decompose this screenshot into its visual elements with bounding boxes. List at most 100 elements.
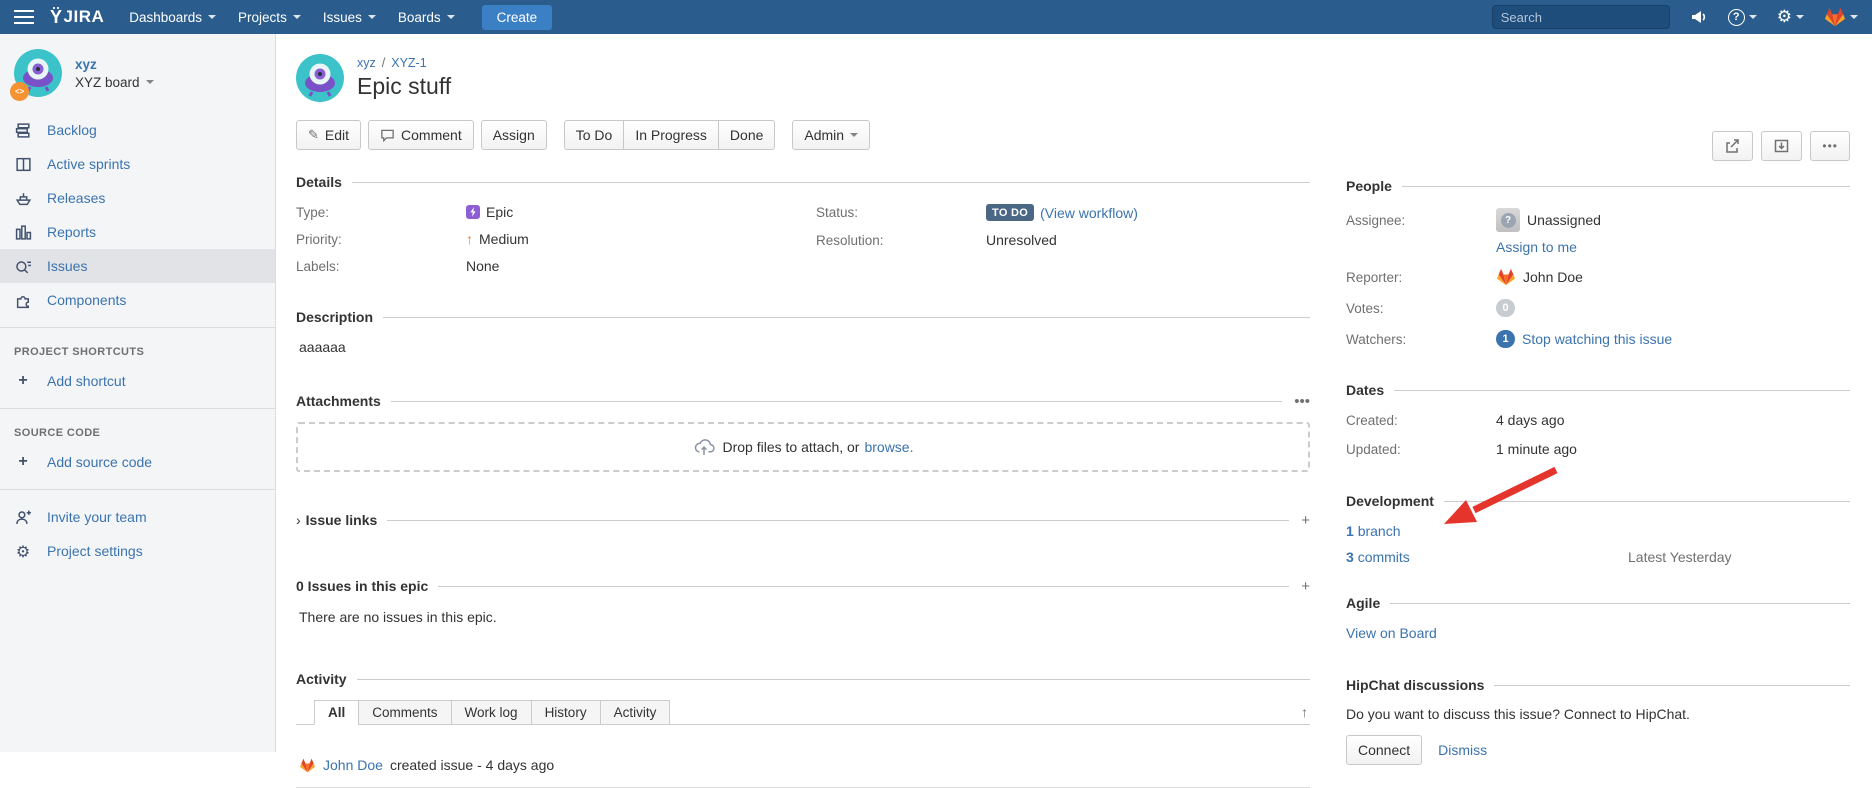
admin-settings-menu[interactable]: ⚙ bbox=[1777, 9, 1804, 26]
export-icon bbox=[1773, 138, 1790, 154]
pencil-icon: ✎ bbox=[308, 127, 319, 143]
reporter-value: John Doe bbox=[1523, 269, 1583, 285]
nav-projects[interactable]: Projects bbox=[227, 0, 312, 34]
hipchat-connect-button[interactable]: Connect bbox=[1346, 735, 1422, 765]
details-grid: Type: Epic Priority: ↑Medium Labels: Non… bbox=[296, 204, 1310, 285]
caret-down-icon bbox=[850, 133, 858, 137]
search-input[interactable] bbox=[1501, 10, 1677, 25]
hamburger-icon[interactable] bbox=[14, 10, 34, 24]
latest-commit-time: Latest Yesterday bbox=[1628, 549, 1732, 565]
sidebar-item-reports[interactable]: Reports bbox=[0, 215, 275, 249]
commits-link[interactable]: 3 commits bbox=[1346, 549, 1410, 565]
breadcrumb-issue-link[interactable]: XYZ-1 bbox=[391, 56, 426, 70]
help-menu[interactable]: ? bbox=[1728, 9, 1757, 26]
invite-your-team[interactable]: Invite your team bbox=[0, 500, 275, 534]
admin-button[interactable]: Admin bbox=[792, 120, 870, 150]
chevron-right-icon[interactable]: › bbox=[296, 512, 301, 528]
created-label: Created: bbox=[1346, 413, 1496, 428]
source-code-badge-icon: <> bbox=[10, 82, 29, 101]
project-name[interactable]: xyz bbox=[75, 57, 154, 72]
priority-medium-icon: ↑ bbox=[466, 231, 473, 247]
unassigned-avatar: ? bbox=[1496, 208, 1520, 232]
comment-button[interactable]: Comment bbox=[368, 120, 474, 150]
add-shortcut-button[interactable]: + Add shortcut bbox=[0, 364, 275, 398]
workflow-button-group: To Do In Progress Done bbox=[564, 120, 776, 150]
tab-work-log[interactable]: Work log bbox=[451, 700, 532, 725]
issue-avatar bbox=[296, 54, 344, 105]
description-text[interactable]: aaaaaa bbox=[299, 339, 1310, 355]
jira-logo-text: JIRA bbox=[64, 7, 105, 27]
sidebar-item-issues[interactable]: Issues bbox=[0, 249, 275, 283]
add-issue-to-epic-icon[interactable]: + bbox=[1301, 579, 1310, 594]
tab-activity[interactable]: Activity bbox=[600, 700, 671, 725]
activity-user-link[interactable]: John Doe bbox=[323, 757, 383, 773]
collapse-up-icon[interactable]: ↑ bbox=[1301, 704, 1310, 724]
add-source-code-button[interactable]: + Add source code bbox=[0, 445, 275, 479]
details-section-header: Details bbox=[296, 174, 1310, 190]
tab-comments[interactable]: Comments bbox=[358, 700, 451, 725]
nav-issues[interactable]: Issues bbox=[312, 0, 387, 34]
todo-button[interactable]: To Do bbox=[564, 120, 625, 150]
backlog-icon bbox=[14, 121, 32, 139]
nav-boards[interactable]: Boards bbox=[387, 0, 466, 34]
labels-label: Labels: bbox=[296, 259, 466, 274]
issue-title: Epic stuff bbox=[357, 73, 451, 100]
tab-all[interactable]: All bbox=[314, 700, 359, 725]
resolution-value: Unresolved bbox=[986, 232, 1057, 248]
issue-toolbar: ✎Edit Comment Assign To Do In Progress D… bbox=[296, 120, 1310, 150]
labels-value: None bbox=[466, 258, 499, 274]
resolution-label: Resolution: bbox=[816, 233, 986, 248]
sidebar-item-active-sprints[interactable]: Active sprints bbox=[0, 147, 275, 181]
search-box[interactable] bbox=[1492, 5, 1670, 29]
view-workflow-link[interactable]: (View workflow) bbox=[1040, 205, 1138, 221]
share-button[interactable] bbox=[1712, 131, 1753, 161]
attachments-section-header: Attachments ••• bbox=[296, 393, 1310, 409]
priority-label: Priority: bbox=[296, 232, 466, 247]
nav-dashboards[interactable]: Dashboards bbox=[118, 0, 227, 34]
assign-to-me-link[interactable]: Assign to me bbox=[1496, 239, 1577, 255]
sidebar-divider bbox=[0, 327, 275, 328]
in-progress-button[interactable]: In Progress bbox=[623, 120, 719, 150]
project-avatar[interactable]: <> bbox=[14, 49, 62, 97]
caret-down-icon bbox=[1850, 15, 1858, 19]
create-button[interactable]: Create bbox=[482, 5, 553, 30]
board-switcher[interactable]: XYZ board bbox=[75, 75, 154, 90]
attachments-more-icon[interactable]: ••• bbox=[1294, 394, 1310, 409]
caret-down-icon bbox=[1796, 15, 1804, 19]
user-avatar bbox=[1824, 7, 1846, 27]
breadcrumb-project-link[interactable]: xyz bbox=[357, 56, 376, 70]
jira-logo[interactable]: Ϋ JIRA bbox=[50, 7, 104, 28]
announcements-icon[interactable] bbox=[1690, 9, 1708, 25]
hipchat-dismiss-link[interactable]: Dismiss bbox=[1438, 742, 1487, 758]
reporter-label: Reporter: bbox=[1346, 270, 1496, 285]
export-button[interactable] bbox=[1761, 131, 1802, 161]
assign-button[interactable]: Assign bbox=[481, 120, 547, 150]
sidebar-divider bbox=[0, 408, 275, 409]
done-button[interactable]: Done bbox=[718, 120, 775, 150]
browse-link[interactable]: browse. bbox=[864, 439, 913, 455]
activity-section-header: Activity bbox=[296, 671, 1310, 687]
caret-down-icon bbox=[146, 80, 154, 84]
issue-view: ••• xyz/XYZ-1 Epic stuff ✎Ed bbox=[276, 34, 1872, 752]
sidebar-item-releases[interactable]: Releases bbox=[0, 181, 275, 215]
gear-icon: ⚙ bbox=[1777, 9, 1792, 26]
sidebar-item-backlog[interactable]: Backlog bbox=[0, 113, 275, 147]
user-profile-menu[interactable] bbox=[1824, 7, 1858, 27]
type-value: Epic bbox=[486, 204, 513, 220]
comment-bubble-icon bbox=[380, 128, 395, 143]
add-issue-link-icon[interactable]: + bbox=[1301, 513, 1310, 528]
project-shortcuts-header: PROJECT SHORTCUTS bbox=[0, 338, 275, 364]
stop-watching-link[interactable]: Stop watching this issue bbox=[1522, 331, 1672, 347]
tab-history[interactable]: History bbox=[531, 700, 601, 725]
bar-chart-icon bbox=[14, 223, 32, 241]
view-on-board-link[interactable]: View on Board bbox=[1346, 625, 1437, 641]
more-actions-button[interactable]: ••• bbox=[1810, 131, 1850, 161]
project-settings[interactable]: ⚙ Project settings bbox=[0, 534, 275, 568]
activity-tabs: All Comments Work log History Activity ↑ bbox=[296, 700, 1310, 725]
epic-empty-message: There are no issues in this epic. bbox=[299, 609, 1310, 625]
edit-button[interactable]: ✎Edit bbox=[296, 120, 361, 150]
attachment-dropzone[interactable]: Drop files to attach, or browse. bbox=[296, 422, 1310, 472]
caret-down-icon bbox=[293, 15, 301, 19]
sidebar-item-components[interactable]: Components bbox=[0, 283, 275, 317]
branches-link[interactable]: 1 branch bbox=[1346, 523, 1401, 539]
